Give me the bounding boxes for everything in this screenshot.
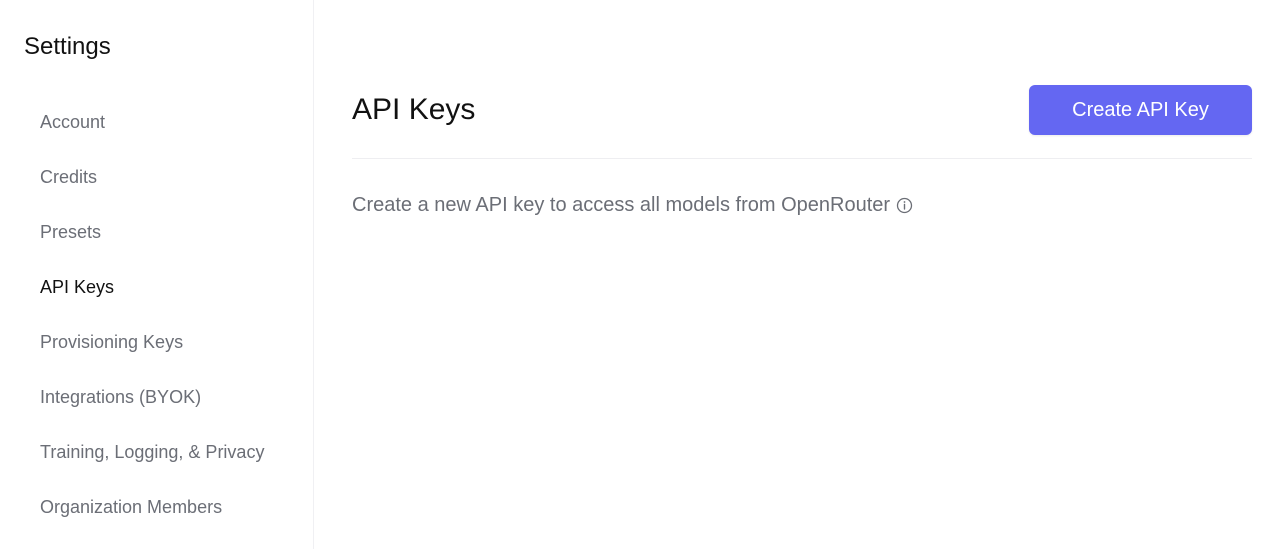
settings-nav: Account Credits Presets API Keys Provisi… (24, 95, 294, 535)
sidebar-title: Settings (24, 33, 111, 60)
sidebar-item-provisioning-keys[interactable]: Provisioning Keys (24, 315, 294, 370)
description-text: Create a new API key to access all model… (352, 194, 891, 216)
sidebar-item-api-keys[interactable]: API Keys (24, 260, 294, 315)
info-icon[interactable] (896, 197, 913, 214)
api-keys-description: Create a new API key to access all model… (352, 194, 913, 217)
main-content: API Keys Create API Key Create a new API… (314, 0, 1270, 549)
sidebar-item-credits[interactable]: Credits (24, 150, 294, 205)
sidebar-item-account[interactable]: Account (24, 95, 294, 150)
header-divider (352, 158, 1252, 159)
sidebar-item-presets[interactable]: Presets (24, 205, 294, 260)
create-api-key-button[interactable]: Create API Key (1029, 85, 1252, 135)
sidebar-item-integrations[interactable]: Integrations (BYOK) (24, 370, 294, 425)
settings-app: Settings Account Credits Presets API Key… (0, 0, 1270, 549)
page-title: API Keys (352, 93, 476, 126)
sidebar-item-training-logging-privacy[interactable]: Training, Logging, & Privacy (24, 425, 294, 480)
settings-sidebar: Settings Account Credits Presets API Key… (0, 0, 314, 549)
sidebar-item-organization-members[interactable]: Organization Members (24, 480, 294, 535)
